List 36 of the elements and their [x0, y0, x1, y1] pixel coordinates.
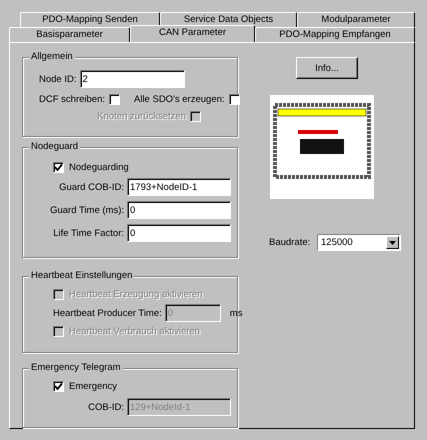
checkbox[interactable] — [228, 94, 240, 105]
tab[interactable]: Service Data Objects — [160, 12, 297, 27]
group-title: Emergency Telegram — [29, 362, 123, 373]
checkbox[interactable] — [53, 381, 64, 392]
dropdown-arrow-icon — [389, 240, 396, 244]
checkbox-label: Heartbeat Verbrauch aktivieren — [69, 326, 200, 337]
info-button[interactable]: Info... — [296, 57, 358, 79]
tab[interactable]: CAN Parameter — [130, 25, 255, 42]
field-label: Life Time Factor: — [52, 228, 124, 238]
group-title: Nodeguard — [29, 141, 80, 152]
checkbox[interactable] — [109, 94, 120, 105]
checkbox-label: DCF schreiben: — [39, 94, 105, 105]
field-label: Guard COB-ID: — [58, 182, 124, 192]
input-field[interactable]: 1793+NodeID-1 — [127, 178, 231, 196]
tab[interactable]: PDO-Mapping Senden — [20, 12, 160, 27]
group-title: Allgemein — [29, 51, 75, 62]
input-field[interactable]: 0 — [127, 201, 231, 219]
checkbox-label: Alle SDO's erzeugen: — [134, 94, 225, 105]
checkbox[interactable] — [53, 162, 64, 173]
tab[interactable]: Basisparameter — [9, 27, 130, 42]
checkbox-label: Heartbeat Erzeugung aktivieren — [69, 289, 203, 300]
tab[interactable]: PDO-Mapping Empfangen — [255, 27, 415, 42]
field-label: COB-ID: — [87, 402, 124, 412]
group-title: Heartbeat Einstellungen — [29, 270, 134, 281]
checkbox-label: Emergency — [69, 381, 118, 392]
input-field[interactable]: 0 — [127, 224, 231, 242]
checkbox-label: Nodeguarding — [69, 162, 129, 173]
field-label: Guard Time (ms): — [49, 204, 124, 216]
field-label: Baudrate: — [269, 237, 312, 248]
baudrate-dropdown[interactable]: 125000 — [317, 234, 401, 251]
field-label: Node ID: — [39, 74, 76, 84]
unit-label: ms — [230, 308, 242, 318]
checkbox-label: Knoten zurücksetzen — [97, 111, 186, 122]
field-label: Heartbeat Producer Time: — [53, 308, 162, 318]
input-field[interactable]: 2 — [80, 70, 184, 88]
tab[interactable]: Modulparameter — [297, 12, 415, 27]
